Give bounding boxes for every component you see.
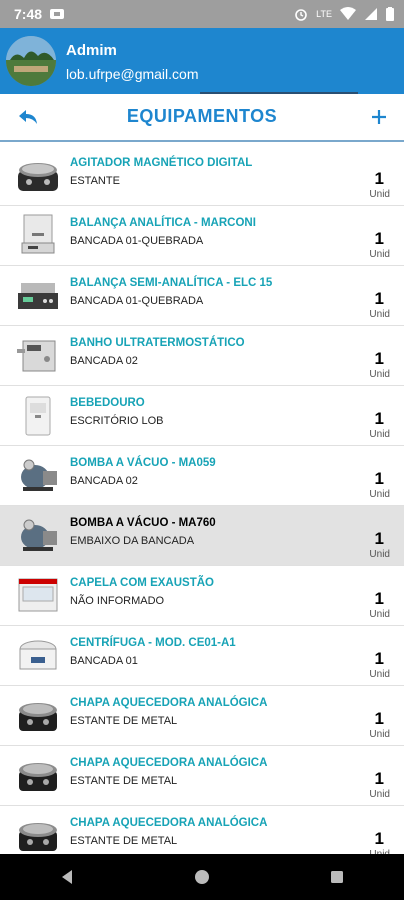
status-time: 7:48: [14, 6, 43, 22]
item-name: CENTRÍFUGA - MOD. CE01-A1: [70, 637, 236, 649]
list-item[interactable]: BEBEDOURO ESCRITÓRIO LOB 1 Unid: [0, 386, 404, 446]
item-name: BEBEDOURO: [70, 397, 145, 409]
item-quantity: 1: [374, 589, 384, 608]
list-item[interactable]: CHAPA AQUECEDORA ANALÓGICA ESTANTE DE MET…: [0, 806, 404, 854]
item-location: BANCADA 01-QUEBRADA: [70, 235, 204, 247]
item-name: CHAPA AQUECEDORA ANALÓGICA: [70, 697, 268, 709]
item-name: BOMBA A VÁCUO - MA760: [70, 517, 216, 529]
hot-plate-icon: [14, 812, 62, 854]
vacuum-pump-icon: [14, 452, 62, 498]
item-quantity: 1: [374, 289, 384, 308]
item-quantity: 1: [374, 229, 384, 248]
wifi-icon: [340, 7, 356, 20]
item-location: ESTANTE DE METAL: [70, 835, 178, 847]
item-name: AGITADOR MAGNÉTICO DIGITAL: [70, 157, 253, 169]
item-quantity: 1: [374, 529, 384, 548]
fume-hood-icon: [14, 572, 62, 618]
item-location: BANCADA 02: [70, 355, 138, 367]
notification-icon: [50, 9, 65, 19]
item-location: BANCADA 02: [70, 475, 138, 487]
item-location: ESTANTE: [70, 175, 120, 187]
item-location: ESTANTE DE METAL: [70, 715, 178, 727]
item-unit: Unid: [369, 789, 390, 800]
nav-home-icon: [194, 870, 209, 884]
item-name: BANHO ULTRATERMOSTÁTICO: [70, 337, 245, 349]
list-item[interactable]: BOMBA A VÁCUO - MA059 BANCADA 02 1 Unid: [0, 446, 404, 506]
list-item[interactable]: BALANÇA SEMI-ANALÍTICA - ELC 15 BANCADA 0…: [0, 266, 404, 326]
item-quantity: 1: [374, 409, 384, 428]
list-item[interactable]: BANHO ULTRATERMOSTÁTICO BANCADA 02 1 Unid: [0, 326, 404, 386]
centrifuge-icon: [14, 632, 62, 678]
list-item[interactable]: AGITADOR MAGNÉTICO DIGITAL ESTANTE 1 Unid: [0, 146, 404, 206]
user-name: Admim: [66, 42, 117, 59]
item-name: CHAPA AQUECEDORA ANALÓGICA: [70, 757, 268, 769]
profile-header: Admim lob.ufrpe@gmail.com: [0, 28, 404, 95]
hot-plate-icon: [14, 692, 62, 738]
avatar[interactable]: [6, 36, 56, 86]
item-name: BALANÇA ANALÍTICA - MARCONI: [70, 217, 256, 229]
item-location: NÃO INFORMADO: [70, 595, 165, 607]
list-item[interactable]: BOMBA A VÁCUO - MA760 EMBAIXO DA BANCADA 1…: [0, 506, 404, 566]
item-quantity: 1: [374, 709, 384, 728]
item-unit: Unid: [369, 369, 390, 380]
item-unit: Unid: [369, 489, 390, 500]
vacuum-pump-icon: [14, 512, 62, 558]
item-quantity: 1: [374, 649, 384, 668]
toolbar: EQUIPAMENTOS: [0, 94, 404, 142]
item-quantity: 1: [374, 829, 384, 848]
list-item[interactable]: CHAPA AQUECEDORA ANALÓGICA ESTANTE DE MET…: [0, 686, 404, 746]
item-unit: Unid: [369, 249, 390, 260]
nav-home-button[interactable]: [182, 857, 222, 897]
item-unit: Unid: [369, 549, 390, 560]
stirrer-icon: [14, 152, 62, 198]
hot-plate-icon: [14, 752, 62, 798]
item-unit: Unid: [369, 309, 390, 320]
item-quantity: 1: [374, 469, 384, 488]
item-quantity: 1: [374, 169, 384, 188]
item-location: BANCADA 01: [70, 655, 138, 667]
water-cooler-icon: [14, 392, 62, 438]
add-button[interactable]: [364, 102, 394, 132]
navigation-bar: [0, 854, 404, 900]
network-label: LTE: [316, 9, 332, 19]
list-item[interactable]: BALANÇA ANALÍTICA - MARCONI BANCADA 01-QU…: [0, 206, 404, 266]
item-name: BOMBA A VÁCUO - MA059: [70, 457, 216, 469]
list-item[interactable]: CHAPA AQUECEDORA ANALÓGICA ESTANTE DE MET…: [0, 746, 404, 806]
equipment-list[interactable]: AGITADOR MAGNÉTICO DIGITAL ESTANTE 1 Unid BA…: [0, 146, 404, 854]
item-name: CAPELA COM EXAUSTÃO: [70, 577, 214, 589]
status-icons: LTE: [294, 7, 394, 21]
bath-icon: [14, 332, 62, 378]
item-quantity: 1: [374, 349, 384, 368]
item-quantity: 1: [374, 769, 384, 788]
battery-icon: [386, 7, 394, 21]
item-location: BANCADA 01-QUEBRADA: [70, 295, 204, 307]
nav-recents-button[interactable]: [317, 857, 357, 897]
nav-recents-icon: [330, 871, 343, 883]
signal-icon: [365, 8, 377, 20]
nav-back-button[interactable]: [47, 857, 87, 897]
alarm-icon: [295, 9, 307, 21]
balance-icon: [14, 212, 62, 258]
item-unit: Unid: [369, 189, 390, 200]
item-unit: Unid: [369, 429, 390, 440]
item-unit: Unid: [369, 669, 390, 680]
scale-icon: [14, 272, 62, 318]
nav-back-icon: [62, 870, 73, 884]
list-item[interactable]: CENTRÍFUGA - MOD. CE01-A1 BANCADA 01 1 Unid: [0, 626, 404, 686]
list-item[interactable]: CAPELA COM EXAUSTÃO NÃO INFORMADO 1 Unid: [0, 566, 404, 626]
item-location: EMBAIXO DA BANCADA: [70, 535, 195, 547]
item-unit: Unid: [369, 609, 390, 620]
item-name: BALANÇA SEMI-ANALÍTICA - ELC 15: [70, 277, 273, 289]
item-location: ESCRITÓRIO LOB: [70, 415, 164, 427]
item-unit: Unid: [369, 729, 390, 740]
page-title: EQUIPAMENTOS: [126, 106, 278, 126]
user-email: lob.ufrpe@gmail.com: [66, 66, 199, 82]
status-bar: 7:48 LTE: [0, 0, 404, 28]
item-location: ESTANTE DE METAL: [70, 775, 178, 787]
plus-icon: [372, 110, 386, 124]
item-name: CHAPA AQUECEDORA ANALÓGICA: [70, 817, 268, 829]
